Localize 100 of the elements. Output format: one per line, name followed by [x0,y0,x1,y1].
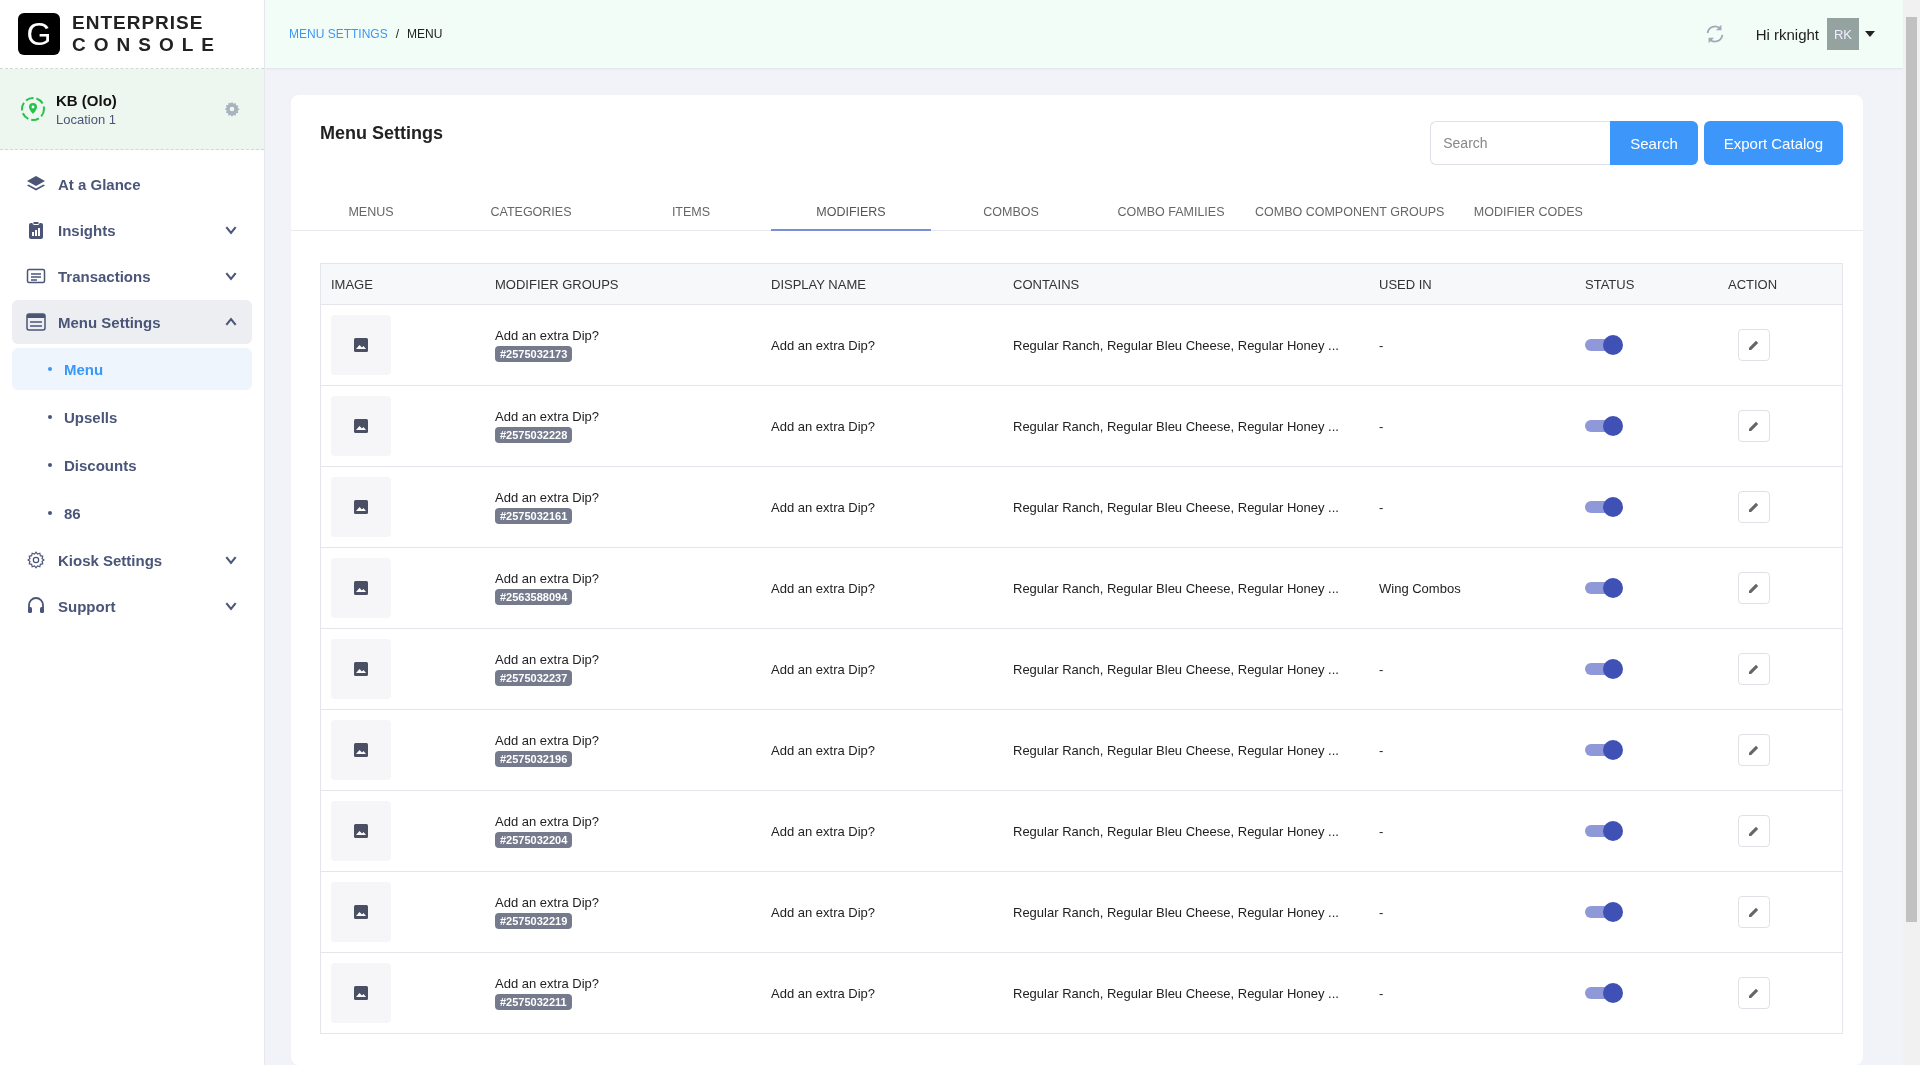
status-toggle[interactable] [1585,740,1623,760]
sidebar-item[interactable]: Kiosk Settings [12,538,252,582]
table-cell-text: Regular Ranch, Regular Bleu Cheese, Regular Honey ... [1012,661,1340,677]
headset-icon [26,596,46,616]
tab[interactable]: MODIFIERS [771,195,931,231]
table-cell-text: - [1378,661,1385,677]
edit-button[interactable] [1738,329,1770,361]
pencil-icon [1748,339,1760,351]
pencil-icon [1748,825,1760,837]
column-header: DISPLAY NAME [770,276,867,292]
table-cell-text: Add an extra Dip? [770,985,877,1001]
table-cell: Add an extra Dip? [495,571,600,586]
image-icon [354,905,368,919]
table-cell-text: - [1378,742,1385,758]
table-cell-text: Add an extra Dip? [770,499,877,515]
edit-button[interactable] [1738,977,1770,1009]
location-subtitle: Location 1 [56,111,117,127]
sidebar-item[interactable]: Support [12,584,252,628]
table-cell-text: Add an extra Dip? [770,418,877,434]
table-cell-text: Regular Ranch, Regular Bleu Cheese, Regular Honey ... [1012,580,1340,596]
menu-list-icon [26,312,46,332]
tab[interactable]: MODIFIER CODES [1448,195,1609,231]
sidebar-subitem[interactable]: Discounts [12,444,252,486]
table-cell: Add an extra Dip? [495,490,600,505]
sidebar-item[interactable]: At a Glance [12,162,252,206]
report-icon [26,220,46,240]
code-tag: #2575032228 [495,427,573,443]
pencil-icon [1748,906,1760,918]
table-cell-text: - [1378,985,1385,1001]
table-cell: Add an extra Dip? [495,733,600,748]
tab[interactable]: MENUS [291,195,451,231]
edit-button[interactable] [1738,896,1770,928]
table-cell-text: Add an extra Dip? [770,661,877,677]
pencil-icon [1748,420,1760,432]
tab[interactable]: CATEGORIES [451,195,611,231]
table-cell-text: - [1378,499,1385,515]
status-toggle[interactable] [1585,659,1623,679]
table-cell: Add an extra Dip? [495,895,600,910]
sidebar-subitem[interactable]: 86 [12,492,252,534]
search-field[interactable]: Search [1430,121,1611,165]
sidebar-item[interactable]: Insights [12,208,252,252]
table-cell-text: Regular Ranch, Regular Bleu Cheese, Regular Honey ... [1012,499,1340,515]
status-toggle[interactable] [1585,578,1623,598]
column-header: ACTION [1727,276,1779,292]
edit-button[interactable] [1738,815,1770,847]
table-cell: Add an extra Dip? [495,976,600,991]
status-toggle[interactable] [1585,902,1623,922]
image-icon [354,500,368,514]
code-tag: #2575032204 [495,832,573,848]
table-cell-text: Regular Ranch, Regular Bleu Cheese, Regular Honey ... [1012,823,1340,839]
sidebar-item[interactable]: Menu Settings [12,300,252,344]
sidebar-subitem[interactable]: Upsells [12,396,252,438]
table-cell-text: Add an extra Dip? [770,580,877,596]
tab[interactable]: COMBO FAMILIES [1091,195,1251,231]
list-icon [26,266,46,286]
column-header: CONTAINS [1012,276,1081,292]
code-tag: #2575032196 [495,751,573,767]
status-toggle[interactable] [1585,821,1623,841]
table-cell-text: Add an extra Dip? [770,904,877,920]
page-title: Menu Settings [320,123,444,144]
edit-button[interactable] [1738,734,1770,766]
code-tag: #2575032219 [495,913,573,929]
table-cell-text: - [1378,337,1385,353]
sidebar-item[interactable]: Transactions [12,254,252,298]
status-toggle[interactable] [1585,335,1623,355]
breadcrumb-separator: / [395,27,399,41]
table-cell-text: Add an extra Dip? [770,337,877,353]
edit-button[interactable] [1738,410,1770,442]
pencil-icon [1748,987,1760,999]
logo-mark: G [18,13,60,55]
caret-icon[interactable] [1865,30,1875,38]
tab[interactable]: COMBO COMPONENT GROUPS [1251,195,1449,231]
column-header: USED IN [1378,276,1433,292]
table-cell: Add an extra Dip? [495,328,600,343]
code-tag: #2575032237 [495,670,573,686]
image-icon [354,581,368,595]
table-cell-text: - [1378,904,1385,920]
status-toggle[interactable] [1585,497,1623,517]
code-tag: #2563588094 [495,589,573,605]
table-cell-text: Add an extra Dip? [770,823,877,839]
image-icon [354,986,368,1000]
table-cell-text: Regular Ranch, Regular Bleu Cheese, Regular Honey ... [1012,742,1340,758]
location-pin-icon [20,96,46,122]
table-cell-text: - [1378,418,1385,434]
tab[interactable]: ITEMS [611,195,771,231]
status-toggle[interactable] [1585,983,1623,1003]
status-toggle[interactable] [1585,416,1623,436]
edit-button[interactable] [1738,572,1770,604]
table-cell: Add an extra Dip? [495,652,600,667]
image-icon [354,419,368,433]
image-icon [354,824,368,838]
settings-icon [26,550,46,570]
edit-button[interactable] [1738,653,1770,685]
image-icon [354,338,368,352]
code-tag: #2575032211 [495,994,572,1010]
table-cell: Add an extra Dip? [495,814,600,829]
edit-button[interactable] [1738,491,1770,523]
tab[interactable]: COMBOS [931,195,1091,231]
scrollbar[interactable] [1903,0,1920,1065]
table-cell-text: Regular Ranch, Regular Bleu Cheese, Regular Honey ... [1012,985,1340,1001]
